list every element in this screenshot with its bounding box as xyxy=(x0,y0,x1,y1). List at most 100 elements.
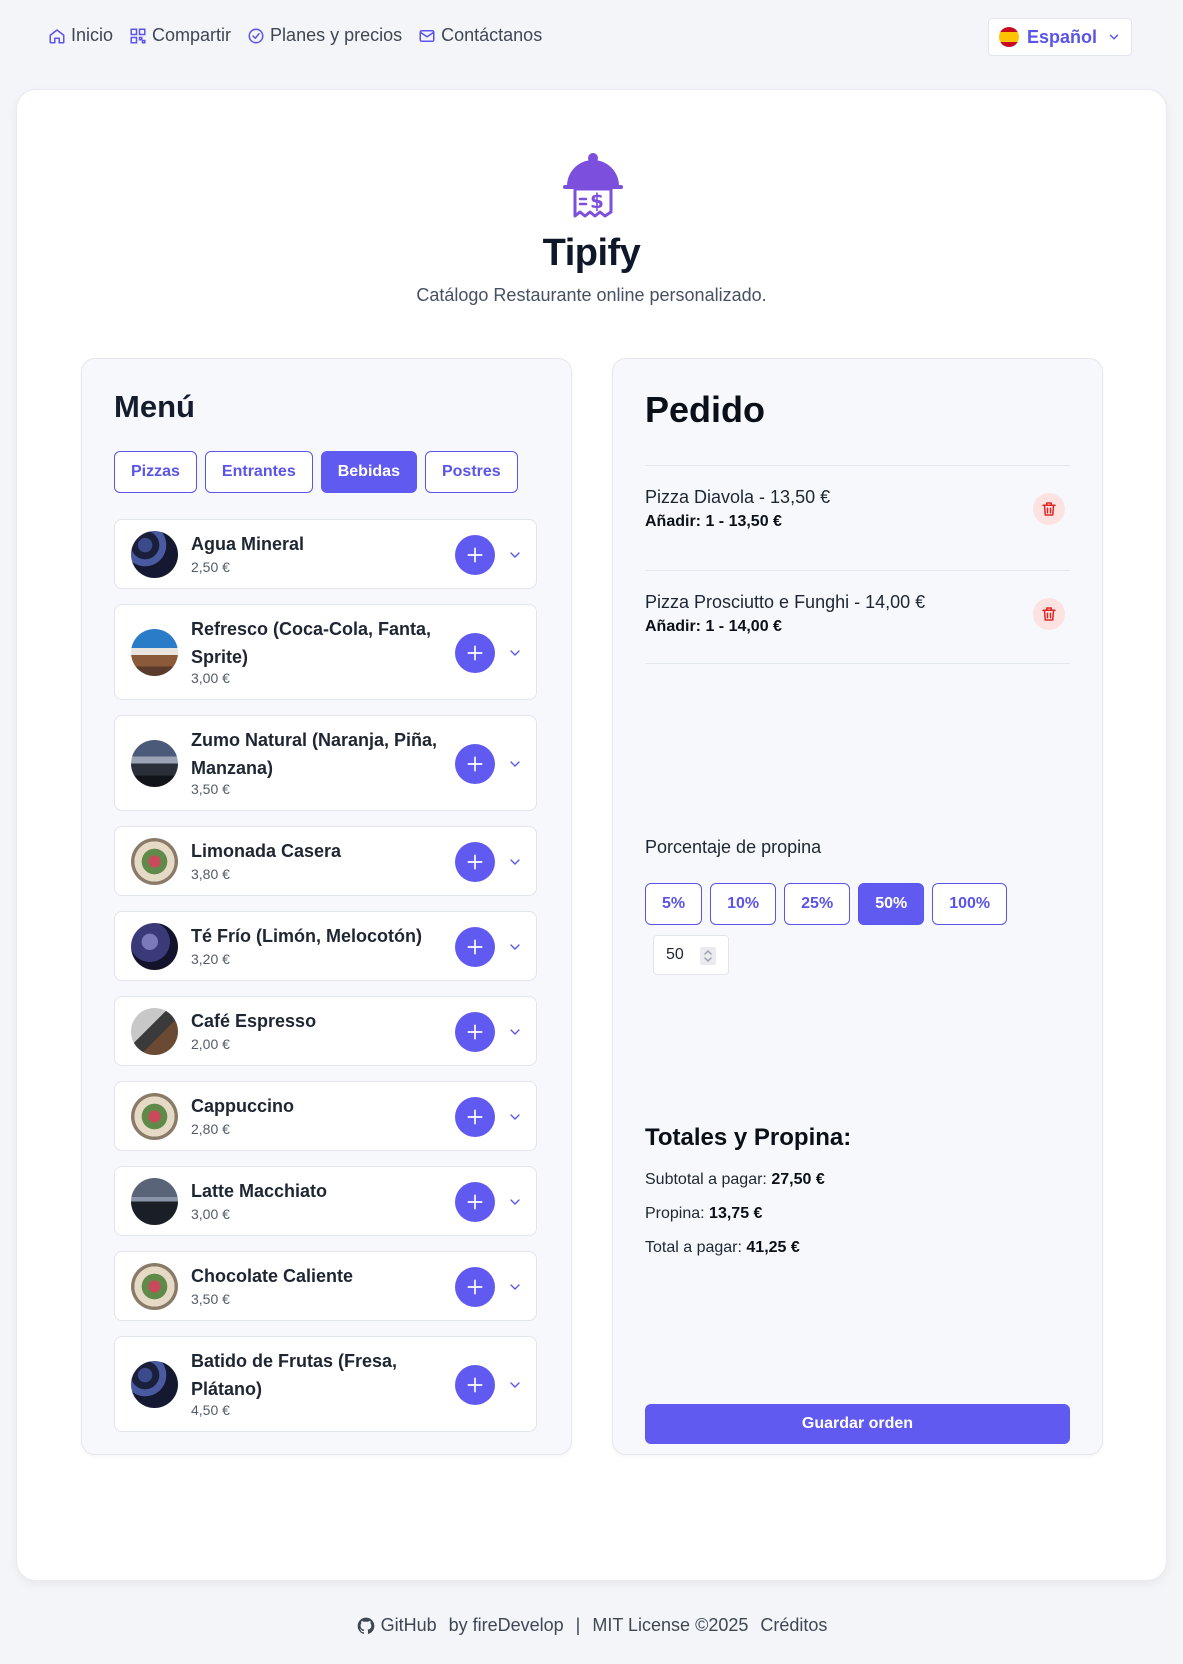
chevron-down-icon[interactable] xyxy=(507,1279,523,1295)
language-label: Español xyxy=(1027,26,1098,47)
tip-percent-input[interactable]: 50 xyxy=(653,935,729,975)
tip-percent-value: 50 xyxy=(666,946,684,963)
item-name: Agua Mineral xyxy=(191,534,305,554)
nav-links: Inicio Compartir Planes y precios Contác… xyxy=(48,25,542,46)
plus-icon xyxy=(467,645,483,661)
menu-panel: Menú Pizzas Entrantes Bebidas Postres Ag… xyxy=(81,358,572,1455)
license-link[interactable]: MIT License ©2025 xyxy=(592,1615,748,1636)
nav-compartir[interactable]: Compartir xyxy=(129,25,231,46)
list-item: Té Frío (Limón, Melocotón) 3,20 € xyxy=(114,911,537,981)
divider xyxy=(645,570,1070,571)
tip-options: 5% 10% 25% 50% 100% xyxy=(645,883,1008,925)
plus-icon xyxy=(467,854,483,870)
number-spinner-icon[interactable] xyxy=(700,947,716,965)
chevron-down-icon[interactable] xyxy=(507,547,523,563)
item-price: 3,00 € xyxy=(191,670,230,686)
tip-option-50[interactable]: 50% xyxy=(858,883,925,925)
item-name: Chocolate Caliente xyxy=(191,1266,354,1286)
item-name: Café Espresso xyxy=(191,1011,317,1031)
nav-planes-label: Planes y precios xyxy=(270,25,403,45)
totals-title: Totales y Propina: xyxy=(645,1124,852,1151)
order-title: Pedido xyxy=(645,389,766,430)
plus-icon xyxy=(467,1377,483,1393)
list-item: Limonada Casera 3,80 € xyxy=(114,826,537,896)
nav-contacto[interactable]: Contáctanos xyxy=(418,25,542,46)
tab-pizzas[interactable]: Pizzas xyxy=(114,451,197,493)
item-thumbnail xyxy=(131,629,178,676)
nav-inicio[interactable]: Inicio xyxy=(48,25,113,46)
app-title: Tipify xyxy=(542,232,641,274)
qr-icon xyxy=(130,28,146,43)
add-item-button[interactable] xyxy=(455,1365,495,1405)
language-select[interactable]: Español xyxy=(988,18,1132,56)
chevron-down-icon[interactable] xyxy=(507,854,523,870)
chevron-down-icon[interactable] xyxy=(507,645,523,661)
add-item-button[interactable] xyxy=(455,1267,495,1307)
chevron-down-icon[interactable] xyxy=(507,1194,523,1210)
tab-entrantes[interactable]: Entrantes xyxy=(204,451,313,493)
item-name: Cappuccino xyxy=(191,1096,295,1116)
item-name: Batido de Frutas (Fresa, Plátano) xyxy=(191,1351,398,1399)
chevron-down-icon[interactable] xyxy=(507,1024,523,1040)
tab-postres[interactable]: Postres xyxy=(424,451,518,493)
add-item-button[interactable] xyxy=(455,1012,495,1052)
check-circle-icon xyxy=(248,28,264,43)
item-thumbnail xyxy=(131,1008,178,1055)
github-link[interactable]: GitHub xyxy=(356,1615,437,1636)
tip-option-25[interactable]: 25% xyxy=(784,883,851,925)
remove-line-button[interactable] xyxy=(1033,493,1065,525)
tip-total-value: 13,75 € xyxy=(709,1205,763,1222)
item-price: 2,80 € xyxy=(191,1121,230,1137)
grand-total-line: Total a pagar: 41,25 € xyxy=(645,1239,800,1257)
tip-option-5[interactable]: 5% xyxy=(645,883,703,925)
divider xyxy=(645,465,1070,466)
add-item-button[interactable] xyxy=(455,744,495,784)
remove-line-button[interactable] xyxy=(1033,598,1065,630)
tip-label: Porcentaje de propina xyxy=(645,837,822,857)
chevron-down-icon[interactable] xyxy=(507,756,523,772)
item-thumbnail xyxy=(131,1178,178,1225)
plus-icon xyxy=(467,1109,483,1125)
tip-option-10[interactable]: 10% xyxy=(710,883,777,925)
credits-link[interactable]: Créditos xyxy=(760,1615,827,1636)
add-item-button[interactable] xyxy=(455,1182,495,1222)
tip-option-100[interactable]: 100% xyxy=(932,883,1008,925)
category-tabs: Pizzas Entrantes Bebidas Postres xyxy=(114,451,518,493)
list-item: Refresco (Coca-Cola, Fanta, Sprite) 3,00… xyxy=(114,604,537,700)
plus-icon xyxy=(467,939,483,955)
nav-planes[interactable]: Planes y precios xyxy=(247,25,402,46)
item-thumbnail xyxy=(131,923,178,970)
item-thumbnail xyxy=(131,531,178,578)
order-panel: Pedido Pizza Diavola - 13,50 € Añadir: 1… xyxy=(612,358,1103,1455)
subtotal-value: 27,50 € xyxy=(771,1171,825,1188)
chevron-down-icon[interactable] xyxy=(507,1377,523,1393)
order-line-detail: Añadir: 1 - 14,00 € xyxy=(645,618,782,635)
tab-bebidas[interactable]: Bebidas xyxy=(320,451,417,493)
list-item: Chocolate Caliente 3,50 € xyxy=(114,1251,537,1321)
item-price: 4,50 € xyxy=(191,1402,230,1418)
home-icon xyxy=(49,28,65,43)
add-item-button[interactable] xyxy=(455,1097,495,1137)
save-order-button[interactable]: Guardar orden xyxy=(645,1404,1070,1444)
add-item-button[interactable] xyxy=(455,842,495,882)
subtotal-line: Subtotal a pagar: 27,50 € xyxy=(645,1171,825,1189)
list-item: Zumo Natural (Naranja, Piña, Manzana) 3,… xyxy=(114,715,537,811)
add-item-button[interactable] xyxy=(455,927,495,967)
list-item: Batido de Frutas (Fresa, Plátano) 4,50 € xyxy=(114,1336,537,1432)
item-price: 3,80 € xyxy=(191,866,230,882)
order-line-name: Pizza Prosciutto e Funghi - 14,00 € xyxy=(645,592,926,612)
item-price: 3,50 € xyxy=(191,1291,230,1307)
footer: GitHub by fireDevelop | MIT License ©202… xyxy=(0,1615,1183,1636)
chevron-down-icon[interactable] xyxy=(507,1109,523,1125)
plus-icon xyxy=(467,1279,483,1295)
nav-contacto-label: Contáctanos xyxy=(441,25,543,45)
item-name: Té Frío (Limón, Melocotón) xyxy=(191,926,422,946)
plus-icon xyxy=(467,756,483,772)
author-link[interactable]: by fireDevelop xyxy=(449,1615,564,1636)
add-item-button[interactable] xyxy=(455,535,495,575)
order-line-name: Pizza Diavola - 13,50 € xyxy=(645,487,831,507)
item-thumbnail xyxy=(131,740,178,787)
item-price: 2,00 € xyxy=(191,1036,230,1052)
chevron-down-icon[interactable] xyxy=(507,939,523,955)
add-item-button[interactable] xyxy=(455,633,495,673)
